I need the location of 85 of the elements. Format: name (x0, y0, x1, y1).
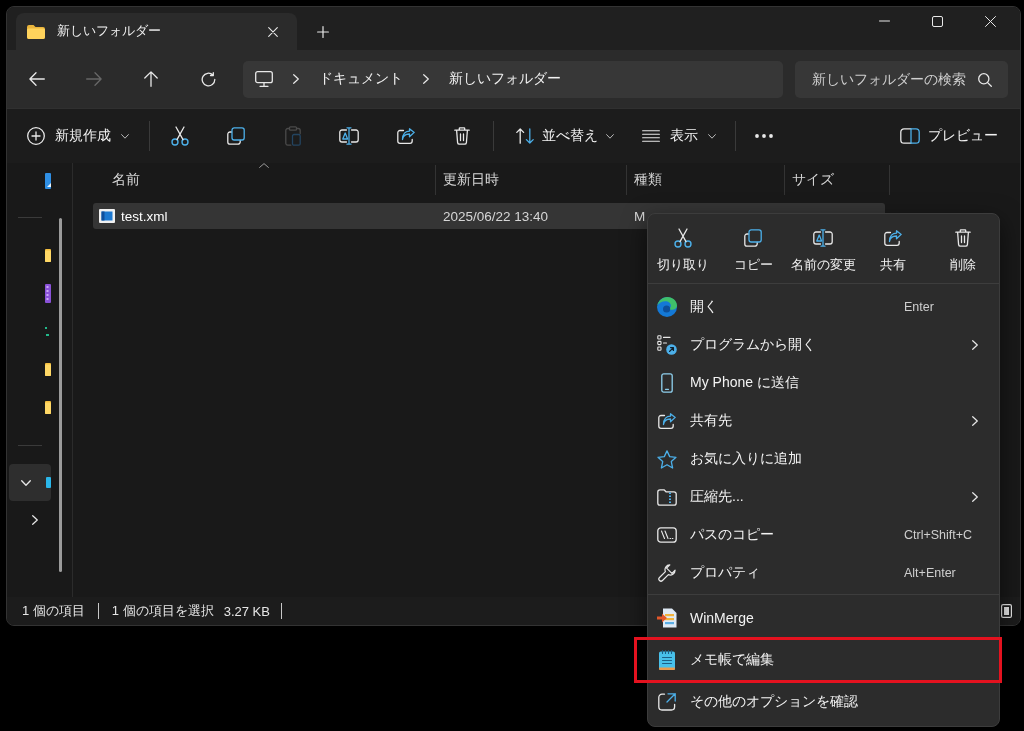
arrow-right-icon (86, 72, 102, 86)
menu-item[interactable]: 圧縮先... (652, 478, 995, 516)
menu-item[interactable]: パスのコピー Ctrl+Shift+C (652, 516, 995, 554)
arrow-left-icon (29, 72, 45, 86)
column-header[interactable]: 更新日時 (436, 165, 627, 195)
sort-button[interactable]: 並べ替え (507, 118, 620, 154)
edge-icon (657, 297, 677, 317)
breadcrumb-item[interactable]: 新しいフォルダー (449, 65, 561, 93)
rename-icon (813, 229, 833, 247)
shortcut-label: Enter (904, 300, 935, 314)
folder-icon (27, 24, 45, 39)
plus-icon (317, 26, 329, 38)
search-icon (978, 72, 992, 87)
folder-icon (45, 248, 51, 262)
chevron-right-icon[interactable] (32, 514, 38, 525)
caret-icon (121, 133, 129, 139)
close-icon (268, 26, 278, 37)
zip-folder-icon (657, 488, 677, 506)
path-icon (657, 527, 677, 543)
preview-pane-icon (900, 128, 920, 144)
column-header[interactable]: 名前 (93, 165, 436, 195)
winmerge-icon (657, 608, 677, 628)
file-name: test.xml (121, 208, 168, 224)
menu-item[interactable]: メモ帳で編集 (634, 637, 1002, 683)
scrollbar[interactable] (59, 218, 62, 572)
menu-item[interactable]: 開く Enter (652, 288, 995, 326)
trash-icon (955, 229, 971, 247)
selection-size: 3.27 KB (223, 603, 270, 619)
tab[interactable]: 新しいフォルダー (16, 13, 297, 50)
address-bar[interactable]: ドキュメント 新しいフォルダー (243, 60, 783, 98)
film-icon (45, 283, 51, 303)
scissors-icon (674, 228, 692, 248)
tree-item[interactable] (9, 464, 51, 501)
modified-date: 2025/06/22 13:40 (443, 208, 549, 224)
list-icon (641, 130, 660, 142)
shortcut-label: Ctrl+Shift+C (904, 528, 974, 542)
chevron-right-icon[interactable] (423, 74, 429, 84)
folder-icon (45, 362, 51, 376)
more-icon (755, 134, 774, 138)
column-header[interactable]: 種類 (627, 165, 785, 195)
file-type: M (634, 208, 646, 224)
view-button[interactable]: 表示 (633, 118, 722, 154)
preview-button[interactable]: プレビュー (892, 118, 1004, 154)
chevron-down-icon[interactable] (21, 479, 31, 486)
notepad-icon (659, 650, 675, 670)
folder-icon (45, 400, 51, 414)
breadcrumb-item[interactable]: ドキュメント (319, 65, 403, 93)
search-field[interactable]: 新しいフォルダーの検索 (795, 60, 1008, 98)
open-with-icon (657, 335, 677, 355)
minimize-icon (879, 20, 890, 22)
shortcut-label: Alt+Enter (904, 566, 957, 580)
star-icon (657, 449, 677, 469)
tiles-view-icon[interactable] (1001, 604, 1012, 618)
refresh-icon (200, 71, 216, 87)
selection-info: 1 個の項目を選択 (111, 602, 214, 620)
menu-item[interactable]: お気に入りに追加 (652, 440, 995, 478)
wrench-icon (658, 564, 676, 582)
item-count: 1 個の項目 (22, 602, 85, 620)
phone-icon (661, 373, 673, 393)
menu-item[interactable]: WinMerge (652, 599, 995, 637)
column-header[interactable]: サイズ (785, 165, 890, 195)
open-external-icon (658, 693, 676, 711)
caret-icon (707, 133, 716, 139)
drive-icon (45, 172, 51, 189)
music-icon (45, 326, 49, 336)
monitor-icon (255, 71, 273, 87)
delete-button[interactable]: 削除 (928, 216, 998, 280)
file-icon (99, 209, 115, 223)
menu-item[interactable]: プログラムから開く (652, 326, 995, 364)
pc-icon (46, 477, 51, 488)
menu-item[interactable]: プロパティ Alt+Enter (652, 554, 995, 592)
share-icon (884, 230, 902, 246)
plus-circle-icon (27, 127, 45, 145)
menu-item[interactable]: 共有先 (652, 402, 995, 440)
share-icon (658, 413, 676, 429)
copy-icon (744, 229, 762, 247)
menu-item[interactable]: My Phone に送信 (652, 364, 995, 402)
new-button[interactable]: 新規作成 (22, 118, 135, 154)
arrow-up-icon (144, 71, 158, 87)
caret-icon (605, 133, 614, 139)
close-icon (985, 15, 996, 27)
menu-item[interactable]: その他のオプションを確認 (652, 683, 995, 721)
maximize-icon (932, 15, 943, 27)
sort-icon (515, 128, 534, 144)
chevron-right-icon[interactable] (293, 74, 299, 84)
